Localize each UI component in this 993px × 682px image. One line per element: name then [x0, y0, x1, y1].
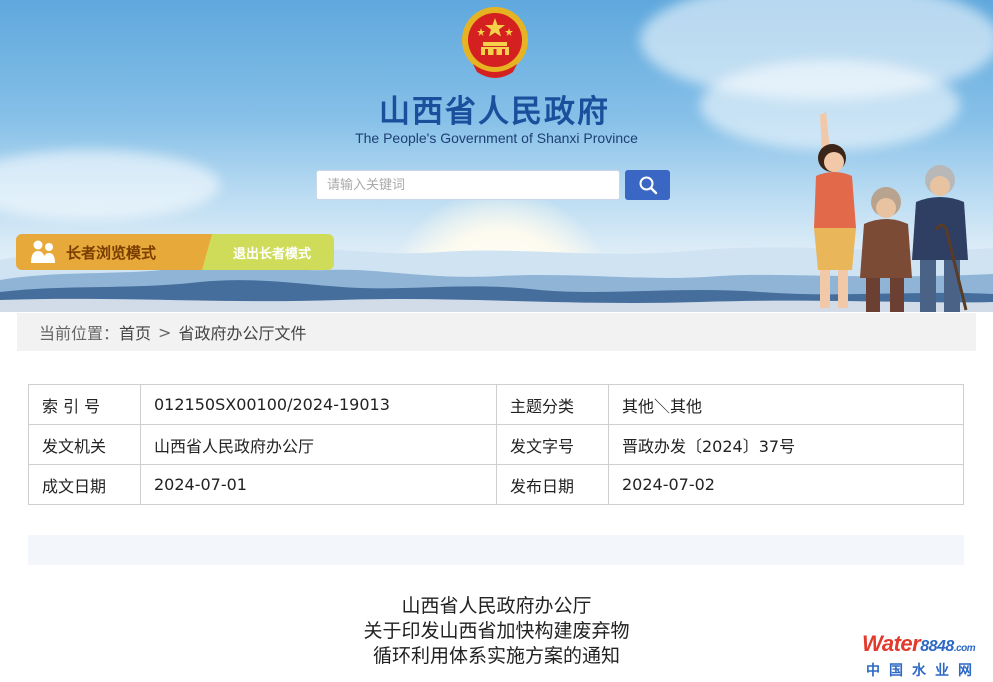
table-key-cell: 发布日期 — [496, 464, 609, 505]
breadcrumb-home-link[interactable]: 首页 — [119, 320, 151, 344]
toolbar-band — [28, 535, 964, 565]
table-key-cell: 发文字号 — [496, 424, 609, 465]
table-row: 索 引 号 012150SX00100/2024-19013 主题分类 其他＼其… — [28, 384, 964, 425]
table-row: 成文日期 2024-07-01 发布日期 2024-07-02 — [28, 464, 964, 505]
document-title-line: 关于印发山西省加快构建废弃物 — [363, 620, 630, 642]
document-title-line: 山西省人民政府办公厅 — [401, 595, 592, 617]
breadcrumb: 当前位置： 首页 > 省政府办公厅文件 — [17, 313, 976, 351]
table-key-cell: 索 引 号 — [28, 384, 141, 425]
watermark-brand-number: 8848 — [920, 638, 954, 655]
table-row: 发文机关 山西省人民政府办公厅 发文字号 晋政办发〔2024〕37号 — [28, 424, 964, 465]
search-button[interactable] — [625, 170, 670, 200]
table-value-cell: 012150SX00100/2024-19013 — [140, 384, 497, 425]
document-title: 山西省人民政府办公厅 关于印发山西省加快构建废弃物 循环利用体系实施方案的通知 — [0, 594, 993, 669]
watermark-brand: Water8848.com — [862, 632, 988, 661]
table-key-cell: 发文机关 — [28, 424, 141, 465]
breadcrumb-separator: > — [158, 322, 172, 342]
header-banner: 山西省人民政府 The People's Government of Shanx… — [0, 0, 993, 312]
document-metadata-table: 索 引 号 012150SX00100/2024-19013 主题分类 其他＼其… — [28, 384, 964, 505]
watermark-logo: Water8848.com 中国水业网 — [862, 632, 988, 680]
breadcrumb-prefix: 当前位置： — [39, 324, 120, 343]
elder-mode-bar: 长者浏览模式 退出长者模式 — [16, 234, 334, 270]
search-icon — [639, 176, 657, 195]
table-key-cell: 主题分类 — [496, 384, 609, 425]
watermark-brand-suffix: .com — [953, 643, 976, 654]
table-value-cell: 晋政办发〔2024〕37号 — [608, 424, 964, 465]
table-key-cell: 成文日期 — [28, 464, 141, 505]
search-input[interactable] — [316, 170, 620, 200]
table-value-cell: 2024-07-01 — [140, 464, 497, 505]
exit-elder-mode-button[interactable]: 退出长者模式 — [202, 234, 334, 270]
table-value-cell: 山西省人民政府办公厅 — [140, 424, 497, 465]
elder-people-icon — [28, 239, 58, 265]
elder-mode-label: 长者浏览模式 — [66, 243, 157, 262]
elder-mode-toggle[interactable]: 长者浏览模式 — [16, 234, 212, 270]
watermark-chinese: 中国水业网 — [866, 663, 981, 679]
national-emblem-icon — [462, 7, 528, 78]
family-illustration — [814, 112, 968, 312]
watermark-brand-word: Water — [862, 631, 921, 656]
table-value-cell: 其他＼其他 — [608, 384, 964, 425]
document-title-line: 循环利用体系实施方案的通知 — [372, 645, 620, 667]
breadcrumb-category-link[interactable]: 省政府办公厅文件 — [178, 320, 306, 344]
table-value-cell: 2024-07-02 — [608, 464, 964, 505]
